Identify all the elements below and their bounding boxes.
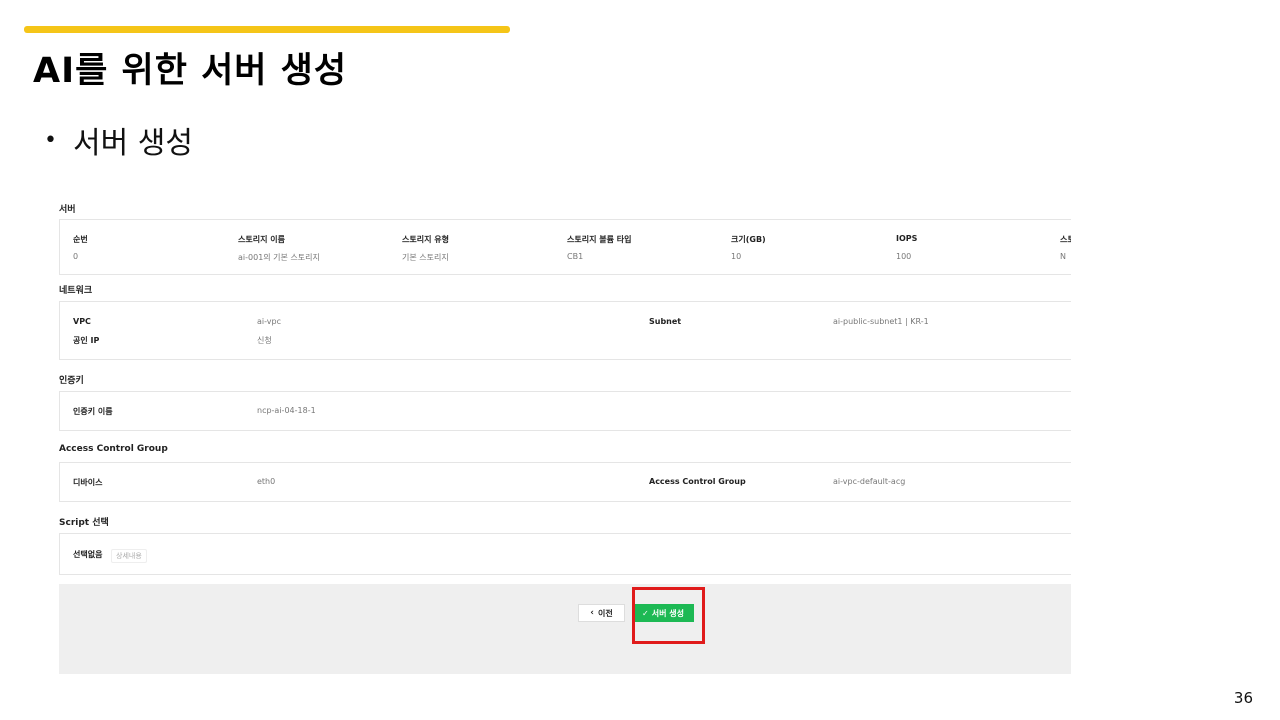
network-section-title: 네트워크 [59, 286, 93, 296]
script-section-title: Script 선택 [59, 518, 109, 528]
acg-section-title: Access Control Group [59, 444, 168, 454]
vpc-label: VPC [73, 317, 91, 326]
server-section-title: 서버 [59, 205, 76, 215]
acg-panel: 디바이스 eth0 Access Control Group ai-vpc-de… [59, 462, 1071, 502]
action-footer: ‹ 이전 ✓ 서버 생성 [59, 584, 1071, 674]
script-detail-tag[interactable]: 상세내용 [111, 549, 147, 563]
table-header: IOPS [896, 234, 918, 243]
table-header: 크기(GB) [731, 235, 766, 244]
bullet-text: 서버 생성 [72, 126, 193, 161]
table-cell: N [1060, 252, 1066, 261]
auth-key-value: ncp-ai-04-18-1 [257, 406, 316, 415]
page-number: 36 [1233, 689, 1253, 707]
subnet-label: Subnet [649, 317, 682, 326]
device-label: 디바이스 [73, 478, 103, 487]
bullet-dot-icon: • [44, 127, 57, 153]
table-header: 스토 [1060, 235, 1071, 244]
script-label: 선택없음 [73, 550, 103, 559]
auth-key-panel: 인증키 이름 ncp-ai-04-18-1 [59, 391, 1071, 431]
table-header: 스토리지 볼륨 타입 [567, 235, 632, 244]
table-cell: 100 [896, 252, 912, 261]
network-panel: VPC ai-vpc Subnet ai-public-subnet1 | KR… [59, 301, 1071, 360]
bullet-item: • 서버 생성 [44, 118, 193, 162]
table-cell: ai-001의 기본 스토리지 [238, 253, 320, 262]
table-cell: 0 [73, 252, 79, 261]
chevron-left-icon: ‹ [590, 608, 594, 618]
public-ip-value: 신청 [257, 336, 272, 345]
auth-key-label: 인증키 이름 [73, 407, 113, 416]
acg-label: Access Control Group [649, 477, 746, 486]
table-header: 순번 [73, 235, 88, 244]
vpc-value: ai-vpc [257, 317, 282, 326]
table-cell: 10 [731, 252, 742, 261]
accent-bar [24, 26, 510, 33]
prev-button-label: 이전 [597, 608, 613, 618]
subnet-value: ai-public-subnet1 | KR-1 [833, 317, 929, 326]
table-header: 스토리지 이름 [238, 235, 285, 244]
table-cell: CB1 [567, 252, 584, 261]
server-create-screenshot: 서버 순번 스토리지 이름 스토리지 유형 스토리지 볼륨 타입 크기(GB) … [59, 196, 1071, 674]
table-cell: 기본 스토리지 [402, 253, 449, 262]
script-panel: 선택없음 상세내용 [59, 533, 1071, 575]
slide-title: AI를 위한 서버 생성 [33, 51, 348, 91]
server-storage-table: 순번 스토리지 이름 스토리지 유형 스토리지 볼륨 타입 크기(GB) IOP… [59, 219, 1071, 275]
table-header: 스토리지 유형 [402, 235, 449, 244]
prev-button[interactable]: ‹ 이전 [578, 604, 625, 622]
highlight-annotation [632, 587, 705, 644]
device-value: eth0 [257, 477, 276, 486]
auth-key-section-title: 인증키 [59, 376, 84, 386]
public-ip-label: 공인 IP [73, 336, 100, 345]
acg-value: ai-vpc-default-acg [833, 477, 906, 486]
